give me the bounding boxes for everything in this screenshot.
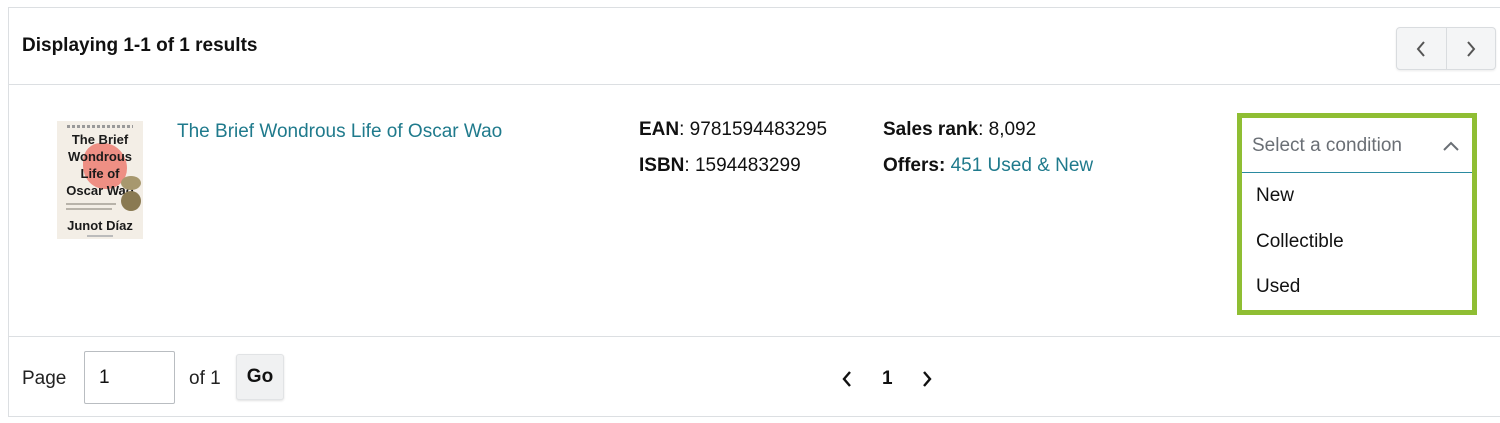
condition-placeholder: Select a condition: [1252, 135, 1402, 156]
next-page-link[interactable]: [921, 370, 933, 393]
pagination-footer: Page of 1 Go 1: [9, 337, 1500, 417]
isbn-label: ISBN: [639, 155, 685, 176]
page-label: Page: [22, 368, 67, 389]
results-count-title: Displaying 1-1 of 1 results: [22, 35, 258, 56]
chevron-right-icon: [923, 371, 932, 387]
cover-title-line: The Brief: [71, 132, 129, 147]
top-pager: [1396, 27, 1496, 70]
chevron-right-icon: [1466, 40, 1476, 57]
next-page-button[interactable]: [1445, 28, 1496, 69]
condition-option-new[interactable]: New: [1256, 185, 1294, 207]
results-panel: Displaying 1-1 of 1 results The Brief Wo…: [8, 7, 1500, 417]
offers-link[interactable]: 451 Used & New: [951, 155, 1094, 176]
chevron-left-icon: [1416, 40, 1426, 57]
chevron-up-icon: [1443, 141, 1459, 151]
sales-rank-field: Sales rank: 8,092: [883, 112, 1036, 148]
prev-page-link[interactable]: [841, 370, 853, 393]
chevron-left-icon: [842, 371, 851, 387]
current-page-number[interactable]: 1: [882, 368, 893, 390]
sales-rank-label: Sales rank: [883, 119, 979, 140]
total-pages-label: of 1: [189, 368, 221, 389]
prev-page-button[interactable]: [1397, 28, 1446, 69]
isbn-value: : 1594483299: [684, 155, 801, 176]
cover-title-line: Wondrous: [67, 149, 133, 164]
offers-field: Offers: 451 Used & New: [883, 148, 1093, 184]
book-title-link[interactable]: The Brief Wondrous Life of Oscar Wao: [177, 121, 502, 143]
page-number-input[interactable]: [84, 351, 175, 404]
isbn-field: ISBN: 1594483299: [639, 148, 801, 184]
ean-label: EAN: [639, 119, 680, 140]
ean-value: : 9781594483295: [679, 119, 828, 140]
offers-label: Offers:: [883, 155, 946, 176]
go-button[interactable]: Go: [236, 354, 284, 400]
book-cover-image[interactable]: The Brief Wondrous Life of Oscar Wao Jun…: [57, 121, 143, 239]
sales-rank-value: : 8,092: [978, 119, 1037, 140]
condition-dropdown: Select a condition New Collectible Used: [1237, 113, 1477, 315]
condition-option-used[interactable]: Used: [1256, 276, 1300, 298]
result-row: The Brief Wondrous Life of Oscar Wao Jun…: [9, 85, 1500, 337]
condition-option-collectible[interactable]: Collectible: [1256, 231, 1344, 253]
condition-select[interactable]: Select a condition: [1242, 118, 1472, 173]
ean-field: EAN: 9781594483295: [639, 112, 827, 148]
cover-author: Junot Díaz: [67, 218, 133, 233]
results-header: Displaying 1-1 of 1 results: [9, 8, 1500, 85]
